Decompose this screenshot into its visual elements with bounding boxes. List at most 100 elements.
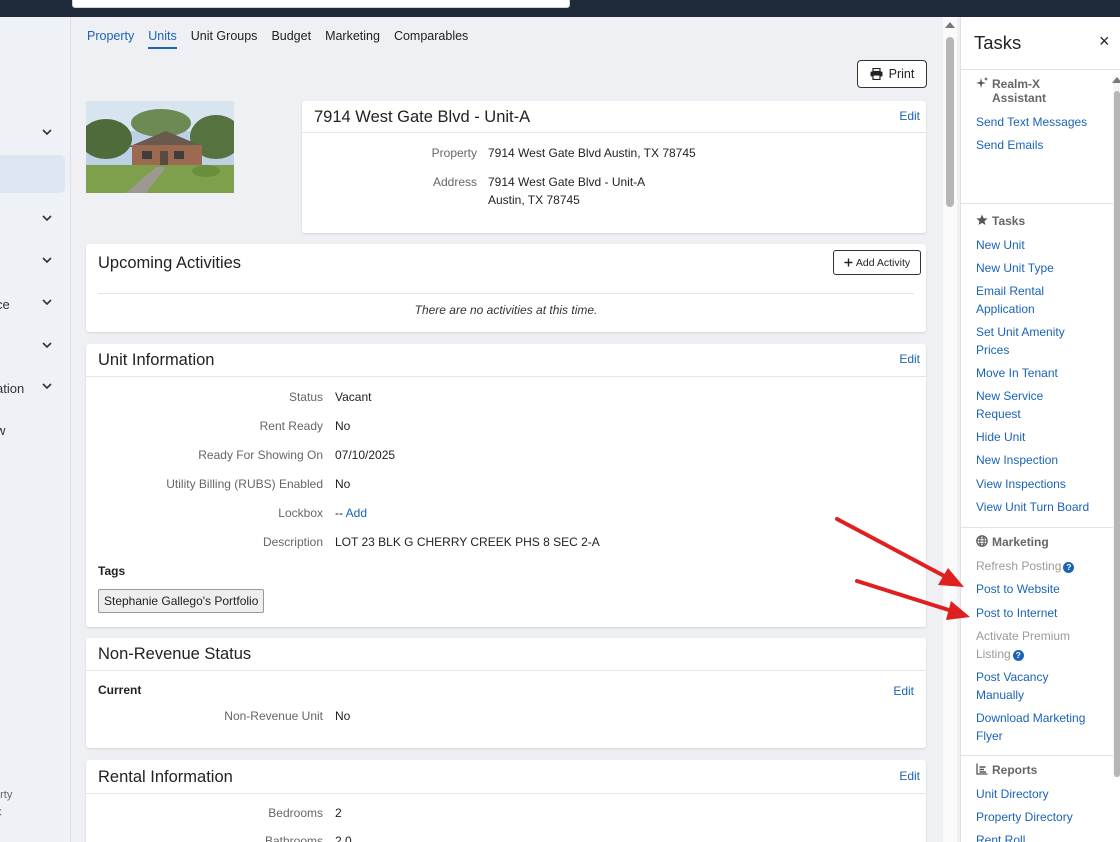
- rental-info-title: Rental Information: [98, 768, 233, 786]
- chevron-down-icon: [42, 299, 52, 306]
- tab-marketing[interactable]: Marketing: [325, 29, 380, 49]
- task-view-unit-turn-board[interactable]: View Unit Turn Board: [976, 499, 1106, 517]
- unit-photo[interactable]: [86, 101, 234, 193]
- print-label: Print: [888, 67, 915, 81]
- task-post-to-internet[interactable]: Post to Internet: [976, 605, 1106, 623]
- rental-info-edit-link[interactable]: Edit: [899, 769, 920, 783]
- property-link[interactable]: 7914 West Gate Blvd Austin, TX 78745: [488, 146, 696, 160]
- description-value: LOT 23 BLK G CHERRY CREEK PHS 8 SEC 2-A: [335, 535, 600, 549]
- panel-scrollbar-thumb[interactable]: [1114, 91, 1120, 777]
- non-revenue-unit-value: No: [335, 709, 351, 723]
- divider: [98, 293, 914, 294]
- divider: [86, 793, 926, 794]
- chevron-down-icon: [42, 342, 52, 349]
- task-set-unit-amenity-prices[interactable]: Set Unit Amenity Prices: [976, 324, 1086, 359]
- nav-item-label: ation: [0, 381, 25, 396]
- unit-edit-link[interactable]: Edit: [899, 109, 920, 123]
- task-post-vacancy-manually[interactable]: Post Vacancy Manually: [976, 669, 1076, 704]
- scrollbar-thumb[interactable]: [946, 37, 954, 207]
- chevron-down-icon: [42, 129, 52, 136]
- tab-unit-groups[interactable]: Unit Groups: [191, 29, 258, 49]
- task-email-rental-application[interactable]: Email Rental Application: [976, 283, 1071, 318]
- upcoming-activities-card: Upcoming Activities Add Activity There a…: [86, 244, 926, 332]
- task-new-unit-type[interactable]: New Unit Type: [976, 260, 1106, 278]
- reports-section-header: Reports: [976, 763, 1037, 777]
- tab-budget[interactable]: Budget: [271, 29, 311, 49]
- chevron-down-icon: [42, 257, 52, 264]
- task-rent-roll[interactable]: Rent Roll: [976, 832, 1106, 842]
- add-activity-button[interactable]: Add Activity: [833, 250, 921, 275]
- nav-footer-line1: erty: [0, 789, 13, 801]
- main-content: Property Units Unit Groups Budget Market…: [72, 17, 938, 842]
- scroll-up-arrow-icon[interactable]: [1112, 77, 1120, 83]
- address-label: Address: [432, 175, 477, 189]
- task-view-inspections[interactable]: View Inspections: [976, 476, 1106, 494]
- page-scrollbar[interactable]: [943, 17, 957, 842]
- bedrooms-value: 2: [335, 806, 342, 820]
- tab-property[interactable]: Property: [87, 29, 134, 49]
- task-new-service-request[interactable]: New Service Request: [976, 388, 1066, 423]
- tab-units[interactable]: Units: [148, 29, 177, 49]
- nav-item-6[interactable]: [0, 338, 70, 358]
- nav-item-5[interactable]: ce: [0, 295, 70, 315]
- scroll-up-arrow-icon[interactable]: [945, 22, 955, 28]
- nav-item-3[interactable]: [0, 211, 70, 231]
- realm-x-header: Realm-X Assistant: [976, 77, 1062, 105]
- unit-info-title: Unit Information: [98, 351, 215, 369]
- task-move-in-tenant[interactable]: Move In Tenant: [976, 365, 1106, 383]
- task-download-marketing-flyer[interactable]: Download Marketing Flyer: [976, 710, 1101, 745]
- global-search-input[interactable]: [72, 0, 570, 8]
- star-icon: [976, 214, 988, 225]
- task-post-to-website[interactable]: Post to Website: [976, 581, 1106, 599]
- chevron-down-icon: [42, 215, 52, 222]
- marketing-section-header: Marketing: [976, 535, 1049, 549]
- nav-item-7[interactable]: ation: [0, 379, 70, 399]
- nav-item-active[interactable]: [0, 155, 65, 193]
- address-line1-link[interactable]: 7914 West Gate Blvd - Unit-A: [488, 175, 645, 189]
- task-unit-directory[interactable]: Unit Directory: [976, 786, 1106, 804]
- task-send-emails[interactable]: Send Emails: [976, 137, 1106, 155]
- close-icon[interactable]: ×: [1099, 31, 1110, 52]
- activities-empty-text: There are no activities at this time.: [414, 303, 598, 317]
- task-send-text-messages[interactable]: Send Text Messages: [976, 114, 1106, 132]
- non-revenue-unit-label: Non-Revenue Unit: [224, 709, 323, 723]
- nav-item-8[interactable]: w: [0, 421, 70, 441]
- lockbox-value: -- Add: [335, 506, 367, 520]
- nav-item-4[interactable]: [0, 253, 70, 273]
- task-hide-unit[interactable]: Hide Unit: [976, 429, 1106, 447]
- activities-title: Upcoming Activities: [98, 254, 242, 272]
- utility-billing-label: Utility Billing (RUBS) Enabled: [166, 477, 323, 491]
- non-revenue-card: Non-Revenue Status Current Edit Non-Reve…: [86, 638, 926, 748]
- help-icon[interactable]: ?: [1012, 649, 1024, 661]
- top-bar: [0, 0, 1120, 17]
- house-photo-image: [86, 101, 234, 193]
- address-line2-link[interactable]: Austin, TX 78745: [488, 193, 580, 207]
- divider: [302, 132, 926, 133]
- help-icon[interactable]: ?: [1063, 562, 1075, 573]
- tag-chip[interactable]: Stephanie Gallego's Portfolio: [98, 589, 265, 613]
- property-label: Property: [431, 146, 477, 160]
- non-revenue-edit-link[interactable]: Edit: [893, 684, 914, 698]
- tags-label: Tags: [98, 564, 126, 578]
- add-activity-label: Add Activity: [855, 256, 911, 269]
- task-property-directory[interactable]: Property Directory: [976, 809, 1106, 827]
- task-new-unit[interactable]: New Unit: [976, 237, 1106, 255]
- nav-item-1[interactable]: [0, 125, 70, 145]
- print-button[interactable]: Print: [857, 60, 927, 88]
- bar-chart-icon: [976, 763, 988, 775]
- reports-section-label: Reports: [992, 763, 1038, 777]
- bedrooms-label: Bedrooms: [268, 806, 323, 820]
- marketing-section-label: Marketing: [992, 535, 1049, 549]
- tab-bar: Property Units Unit Groups Budget Market…: [87, 29, 468, 49]
- unit-info-edit-link[interactable]: Edit: [899, 352, 920, 366]
- panel-scrollbar[interactable]: [1112, 77, 1120, 777]
- chevron-down-icon: [42, 383, 52, 390]
- plus-icon: [844, 258, 853, 267]
- lockbox-add-link[interactable]: Add: [346, 506, 367, 520]
- rental-information-card: Rental Information Edit Bedrooms 2 Bathr…: [86, 760, 926, 842]
- tasks-section-label: Tasks: [992, 214, 1026, 228]
- task-new-inspection[interactable]: New Inspection: [976, 452, 1106, 470]
- tab-comparables[interactable]: Comparables: [394, 29, 468, 49]
- task-activate-premium-listing: Activate Premium Listing?: [976, 628, 1076, 663]
- divider: [961, 69, 1120, 70]
